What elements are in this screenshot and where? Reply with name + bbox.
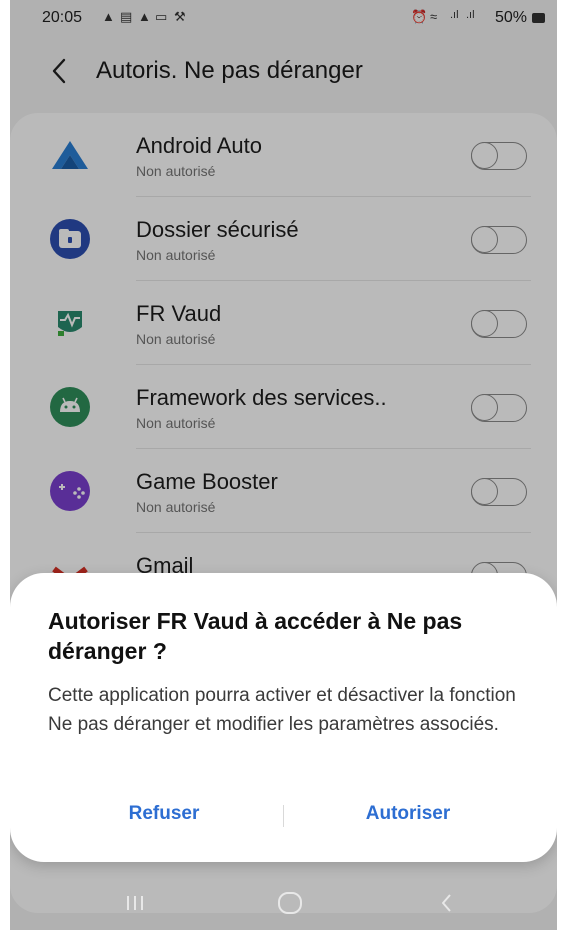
dialog-message: Cette application pourra activer et désa… [48,685,516,735]
home-button[interactable] [273,888,307,918]
dialog-title: Autoriser FR Vaud à accéder à Ne pas dér… [48,608,463,664]
navigation-bar [10,878,557,930]
back-nav-button[interactable] [434,888,460,918]
refuse-button[interactable]: Refuser [64,794,264,834]
phone-screen: 20:05 ▲ ▤ ▲ ▭ ⚒ ⏰ ≈ .ıl .ıl 50% Autoris.… [10,0,557,930]
permission-dialog: Autoriser FR Vaud à accéder à Ne pas dér… [10,573,557,862]
recent-apps-button[interactable] [122,888,148,918]
allow-button[interactable]: Autoriser [308,794,508,834]
button-divider [283,805,284,827]
